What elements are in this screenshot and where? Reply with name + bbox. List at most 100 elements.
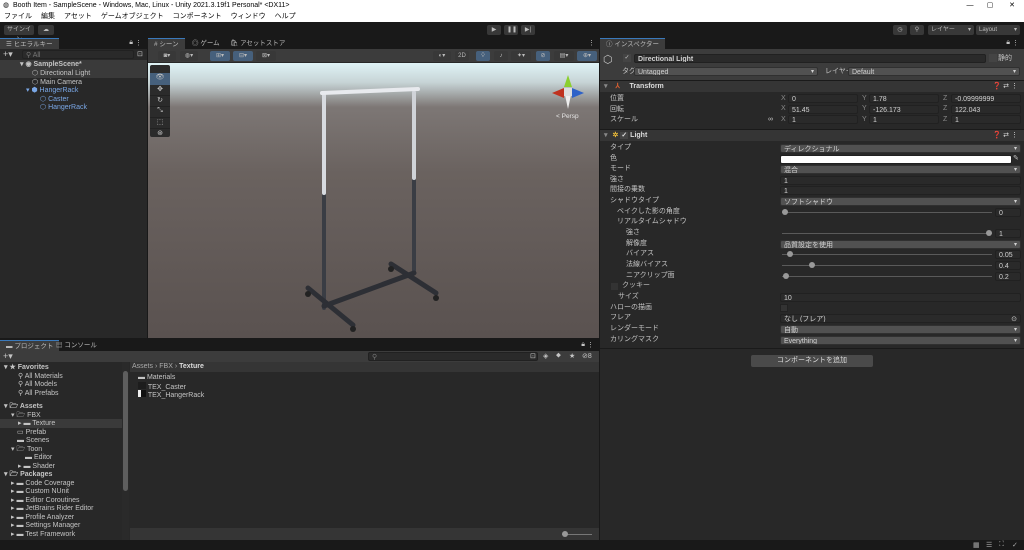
near-plane-slider[interactable]	[782, 273, 992, 279]
bias-slider[interactable]	[782, 251, 992, 257]
align-button[interactable]: ⊠▾	[256, 51, 276, 61]
menu-window[interactable]: ウィンドウ	[231, 13, 266, 20]
maximize-button[interactable]: ▢	[980, 0, 1000, 11]
tree-scrollbar[interactable]	[122, 362, 129, 540]
shading-dropdown[interactable]: ◐▾	[433, 51, 451, 61]
object-name-input[interactable]: Directional Light	[634, 54, 986, 63]
lock-icon[interactable]: 🔒︎	[581, 341, 585, 349]
lock-icon[interactable]: 🔒︎	[129, 39, 133, 47]
hierarchy-search-input[interactable]: ⚲ All	[22, 50, 134, 59]
cache-icon[interactable]: ☰	[986, 541, 992, 549]
tab-asset-store[interactable]: 🛍︎ アセットストア	[224, 38, 291, 49]
hidden-packages-icon[interactable]: ⊘8	[582, 352, 592, 360]
draw-mode-dropdown[interactable]: ◙▾	[158, 51, 176, 61]
camera-dropdown[interactable]: ▤▾	[554, 51, 574, 61]
asset-tex-hangerrack[interactable]: TEX_HangerRack	[138, 390, 204, 399]
lighting-toggle[interactable]: 💡︎	[476, 51, 490, 61]
hidden-objects-toggle[interactable]: ⊘	[536, 51, 550, 61]
status-check-icon[interactable]: ✓	[1012, 541, 1018, 549]
size-input[interactable]: 10	[780, 293, 1021, 302]
signin-button[interactable]: サインイン	[4, 25, 34, 43]
menu-component[interactable]: コンポーネント	[173, 13, 222, 20]
icon-size-slider[interactable]	[562, 531, 592, 537]
project-search-input[interactable]: ⚲	[368, 352, 538, 361]
position-y-input[interactable]: 1.78	[869, 94, 939, 103]
favorite-icon[interactable]: ★	[569, 352, 575, 360]
scene-viewport[interactable]: 👁︎ ✥ ↻ ⤡ ⬚ ⊛ < Persp	[148, 63, 599, 338]
effects-dropdown[interactable]: ✦▾	[511, 51, 531, 61]
grid-snap-button[interactable]: ⊞▾	[210, 51, 230, 61]
add-button[interactable]: +▾	[3, 50, 13, 59]
scale-x-input[interactable]: 1	[788, 115, 858, 124]
add-component-button[interactable]: コンポーネントを追加	[751, 355, 873, 367]
resolution-dropdown[interactable]: 品質設定を使用	[780, 240, 1021, 249]
global-dropdown[interactable]: ◍▾	[180, 51, 198, 61]
transform-header[interactable]: ▾ ⅄ Transform ❓ ⇄ ⋮	[600, 80, 1024, 92]
more-icon[interactable]: ⋮	[587, 341, 594, 349]
audio-toggle[interactable]: ♪	[494, 51, 508, 61]
position-x-input[interactable]: 0	[788, 94, 858, 103]
indirect-multiplier-input[interactable]: 1	[780, 186, 1021, 195]
close-button[interactable]: ✕	[1002, 0, 1022, 11]
breadcrumb-assets[interactable]: Assets	[132, 363, 153, 370]
tab-scene[interactable]: # シーン	[148, 38, 185, 49]
rotate-tool[interactable]: ↻	[150, 96, 170, 107]
breadcrumb-texture[interactable]: Texture	[179, 363, 204, 370]
transform-tool[interactable]: ⊛	[150, 129, 170, 138]
intensity-input[interactable]: 1	[780, 176, 1021, 185]
menu-assets[interactable]: アセット	[64, 13, 92, 20]
scene-root[interactable]: ▾ ◉ SampleScene*	[0, 60, 147, 69]
menu-file[interactable]: ファイル	[4, 13, 32, 20]
menu-gameobject[interactable]: ゲームオブジェクト	[101, 13, 164, 20]
step-button[interactable]: ▶|	[521, 25, 535, 35]
tab-hierarchy[interactable]: ☰ ヒエラルキー	[0, 38, 59, 49]
menu-help[interactable]: ヘルプ	[275, 13, 296, 20]
rotation-y-input[interactable]: -126.173	[869, 105, 939, 114]
search-filter-icon[interactable]: ⊡	[137, 50, 143, 58]
scale-z-input[interactable]: 1	[951, 115, 1021, 124]
eyedropper-icon[interactable]: ✎	[1013, 154, 1019, 162]
tab-console[interactable]: ▤ コンソール	[50, 340, 103, 351]
view-tool[interactable]: 👁︎	[150, 73, 170, 85]
rect-tool[interactable]: ⬚	[150, 118, 170, 129]
tab-inspector[interactable]: ⓘ インスペクター	[600, 38, 665, 49]
mode-dropdown[interactable]: 混合	[780, 165, 1021, 174]
favorite-all-prefabs[interactable]: ⚲ All Prefabs	[18, 389, 59, 398]
more-icon[interactable]: ⋮	[1012, 39, 1019, 47]
bias-input[interactable]: 0.05	[995, 250, 1021, 259]
more-icon[interactable]: ⋮	[135, 39, 142, 47]
scale-tool[interactable]: ⤡	[150, 107, 170, 118]
layer-dropdown[interactable]: Default	[848, 67, 1020, 76]
draw-halo-checkbox[interactable]	[780, 304, 788, 312]
increment-snap-button[interactable]: ⊟▾	[233, 51, 253, 61]
hierarchy-item-hangerrack-mesh[interactable]: ⬡ HangerRack	[40, 103, 87, 112]
orientation-gizmo[interactable]	[548, 71, 588, 111]
tag-dropdown[interactable]: Untagged	[634, 67, 818, 76]
play-button[interactable]: ▶	[487, 25, 501, 35]
minimize-button[interactable]: —	[960, 0, 980, 11]
label-icon[interactable]: ⬥	[556, 352, 561, 360]
object-picker-icon[interactable]: ⊙	[1011, 315, 1017, 322]
menu-edit[interactable]: 編集	[41, 13, 55, 20]
2d-toggle[interactable]: 2D	[455, 51, 469, 61]
static-checkbox[interactable]	[989, 54, 997, 62]
gizmos-dropdown[interactable]: ⊕▾	[577, 51, 597, 61]
culling-mask-dropdown[interactable]: Everything	[780, 336, 1021, 345]
search-by-label-icon[interactable]: ◈	[543, 352, 548, 360]
active-checkbox[interactable]: ✓	[623, 54, 631, 62]
baked-angle-input[interactable]: 0	[995, 208, 1021, 217]
normal-bias-slider[interactable]	[782, 262, 992, 268]
near-plane-input[interactable]: 0.2	[995, 272, 1021, 281]
normal-bias-input[interactable]: 0.4	[995, 261, 1021, 270]
cookie-checkbox[interactable]	[611, 283, 618, 290]
move-tool[interactable]: ✥	[150, 85, 170, 96]
debug-mode-icon[interactable]: ⛶	[999, 541, 1004, 549]
more-icon[interactable]: ⋮	[588, 39, 595, 47]
type-dropdown[interactable]: ディレクショナル	[780, 144, 1021, 153]
constrain-scale-icon[interactable]: ∞	[768, 116, 773, 123]
shadow-strength-input[interactable]: 1	[995, 229, 1021, 238]
light-header[interactable]: ▾ ✲ ✓ Light ❓ ⇄ ⋮	[600, 129, 1024, 141]
color-field[interactable]	[780, 155, 1012, 164]
projection-label[interactable]: < Persp	[556, 113, 579, 120]
rotation-x-input[interactable]: 51.45	[788, 105, 858, 114]
